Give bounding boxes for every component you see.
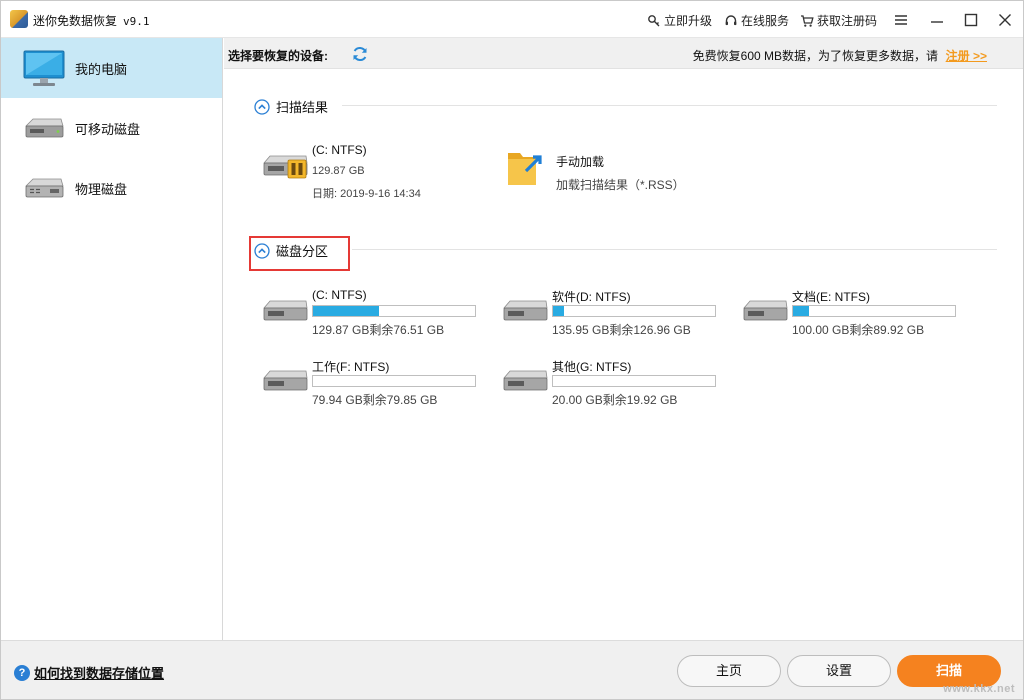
online-service-link[interactable]: 在线服务: [724, 12, 789, 29]
cart-icon: [801, 14, 814, 27]
physical-disk-icon: [25, 178, 64, 198]
sidebar-item-physical-disk[interactable]: 物理磁盘: [1, 158, 222, 218]
partition-name: 文档(E: NTFS): [792, 290, 870, 304]
close-button[interactable]: [995, 10, 1015, 30]
partitions-header: 磁盘分区: [254, 241, 328, 260]
promo-text: 免费恢复600 MB数据，为了恢复更多数据，请: [692, 49, 938, 63]
section-divider: [352, 249, 997, 250]
help-link-label: 如何找到数据存储位置: [34, 666, 165, 681]
hard-drive-icon: [503, 370, 548, 391]
help-link[interactable]: ? 如何找到数据存储位置: [14, 663, 164, 682]
partition-card[interactable]: 工作(F: NTFS) 79.94 GB剩余79.85 GB: [262, 358, 482, 410]
partition-capacity: 129.87 GB剩余76.51 GB: [312, 323, 445, 337]
partition-name: (C: NTFS): [312, 288, 367, 302]
partition-card[interactable]: 软件(D: NTFS) 135.95 GB剩余126.96 GB: [502, 288, 722, 340]
section-title: 扫描结果: [276, 100, 329, 115]
choose-device-label: 选择要恢复的设备:: [228, 49, 328, 63]
upgrade-link[interactable]: 立即升级: [647, 12, 712, 29]
home-button[interactable]: 主页: [677, 655, 781, 687]
partition-usage-bar: [312, 375, 476, 387]
removable-disk-icon: [25, 118, 64, 138]
menu-button[interactable]: [891, 10, 911, 30]
get-code-label: 获取注册码: [817, 14, 878, 28]
collapse-chevron-icon[interactable]: [254, 98, 270, 115]
app-name: 迷你免数据恢复: [33, 14, 118, 28]
key-icon: [648, 14, 660, 26]
hard-drive-icon: [503, 300, 548, 321]
partition-name: 工作(F: NTFS): [312, 360, 390, 374]
maximize-icon: [964, 13, 978, 27]
title-bar: 迷你免数据恢复 v9.1 立即升级 在线服务 获取注册码: [1, 1, 1023, 38]
scan-result-size: 129.87 GB: [312, 165, 365, 177]
partition-name: 其他(G: NTFS): [552, 360, 632, 374]
hard-drive-icon: [263, 370, 308, 391]
refresh-icon[interactable]: [351, 45, 369, 63]
scan-result-c-drive[interactable]: (C: NTFS) 129.87 GB 日期: 2019-9-16 14:34: [262, 141, 462, 201]
sidebar-item-label: 我的电脑: [75, 61, 128, 77]
hard-drive-icon: [263, 300, 308, 321]
usage-fill: [553, 306, 565, 316]
usage-fill: [793, 306, 810, 316]
scan-result-name: (C: NTFS): [312, 143, 367, 157]
partition-usage-bar: [312, 305, 476, 317]
manual-load-card[interactable]: 手动加载 加载扫描结果（*.RSS）: [506, 145, 736, 195]
minimize-button[interactable]: [927, 10, 947, 30]
section-title: 磁盘分区: [276, 244, 329, 259]
main-content: 扫描结果 (C: NTFS) 129.87 GB 日期: 2019-9-16 1…: [224, 69, 1023, 640]
section-divider: [342, 105, 997, 106]
partition-capacity: 135.95 GB剩余126.96 GB: [552, 323, 691, 337]
online-service-label: 在线服务: [741, 14, 790, 28]
get-code-link[interactable]: 获取注册码: [800, 12, 877, 29]
hamburger-icon: [895, 15, 907, 25]
partition-capacity: 20.00 GB剩余19.92 GB: [552, 393, 678, 407]
register-link[interactable]: 注册 >>: [946, 47, 987, 64]
manual-load-title: 手动加载: [556, 155, 605, 169]
scan-button-label: 扫描: [935, 663, 962, 678]
partition-capacity: 100.00 GB剩余89.92 GB: [792, 323, 925, 337]
sidebar-item-my-computer[interactable]: 我的电脑: [1, 38, 222, 98]
sidebar-item-label: 物理磁盘: [75, 181, 128, 197]
help-question-icon: ?: [14, 664, 30, 681]
hard-drive-icon: [263, 155, 308, 179]
partition-name: 软件(D: NTFS): [552, 290, 631, 304]
minimize-icon: [931, 21, 943, 23]
scan-result-date: 日期: 2019-9-16 14:34: [312, 188, 421, 200]
partition-usage-bar: [552, 375, 716, 387]
hard-drive-icon: [743, 300, 788, 321]
app-logo-icon: [10, 10, 28, 28]
device-sidebar: 我的电脑 可移动磁盘 物理磁盘: [1, 38, 223, 640]
sidebar-item-removable-disk[interactable]: 可移动磁盘: [1, 98, 222, 158]
partition-usage-bar: [552, 305, 716, 317]
partition-card[interactable]: 其他(G: NTFS) 20.00 GB剩余19.92 GB: [502, 358, 722, 410]
manual-load-desc: 加载扫描结果（*.RSS）: [556, 178, 685, 192]
maximize-button[interactable]: [961, 10, 981, 30]
headset-icon: [725, 14, 737, 25]
usage-fill: [313, 306, 380, 316]
monitor-icon: [23, 50, 65, 86]
folder-load-icon: [508, 153, 542, 185]
collapse-chevron-icon[interactable]: [254, 242, 270, 259]
partition-usage-bar: [792, 305, 956, 317]
app-title: 迷你免数据恢复 v9.1: [33, 12, 150, 29]
upgrade-label: 立即升级: [664, 14, 713, 28]
sidebar-item-label: 可移动磁盘: [75, 121, 141, 137]
app-window: 迷你免数据恢复 v9.1 立即升级 在线服务 获取注册码 我的电脑 可移动磁盘 …: [0, 0, 1024, 700]
partition-card[interactable]: (C: NTFS) 129.87 GB剩余76.51 GB: [262, 288, 482, 340]
settings-button[interactable]: 设置: [787, 655, 891, 687]
footer-bar: ? 如何找到数据存储位置 主页 设置 扫描 www.kkx.net: [1, 640, 1023, 699]
app-version: v9.1: [123, 15, 150, 28]
scan-results-header: 扫描结果: [254, 97, 328, 116]
device-header: 选择要恢复的设备: 免费恢复600 MB数据，为了恢复更多数据，请 注册 >>: [224, 38, 1023, 69]
close-icon: [999, 14, 1011, 26]
partition-capacity: 79.94 GB剩余79.85 GB: [312, 393, 438, 407]
partition-card[interactable]: 文档(E: NTFS) 100.00 GB剩余89.92 GB: [742, 288, 962, 340]
site-watermark: www.kkx.net: [943, 683, 1015, 695]
